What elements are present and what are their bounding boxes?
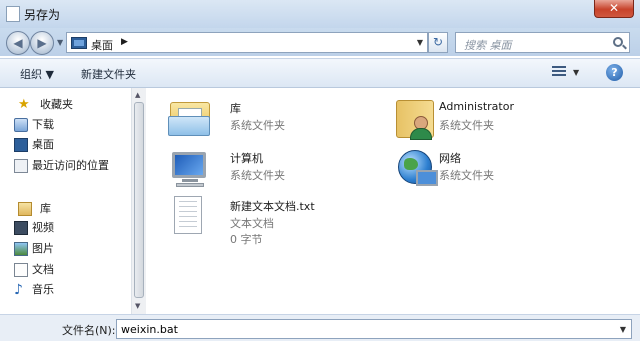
address-dropdown-icon[interactable]: ▼ (417, 38, 423, 47)
scroll-thumb[interactable] (134, 102, 144, 298)
organize-button[interactable]: 组织 ▼ (20, 66, 54, 82)
file-item-computer[interactable]: 计算机 系统文件夹 (164, 146, 394, 190)
network-icon (392, 146, 440, 190)
music-icon: ♪ (14, 282, 23, 298)
file-item-text-document[interactable]: 新建文本文档.txt 文本文档 0 字节 (164, 194, 394, 250)
picture-icon (14, 242, 28, 256)
search-placeholder: 搜索 桌面 (464, 39, 512, 52)
filename-label: 文件名(N): (62, 324, 116, 337)
file-name: Administrator (439, 100, 514, 113)
computer-icon (164, 146, 212, 190)
sidebar-item-label: 下载 (32, 118, 54, 131)
library-icon (164, 96, 212, 140)
sidebar-group-label: 收藏夹 (40, 98, 73, 111)
search-icon[interactable] (613, 37, 623, 47)
file-list: 库 系统文件夹 Administrator 系统文件夹 计算机 系统文件夹 网络… (146, 88, 640, 314)
file-name: 计算机 (230, 152, 263, 165)
view-options-icon[interactable] (552, 66, 566, 78)
sidebar-item-label: 视频 (32, 221, 54, 234)
file-item-administrator[interactable]: Administrator 系统文件夹 (392, 96, 622, 140)
sidebar-item-label: 文档 (32, 263, 54, 276)
user-folder-icon (392, 96, 440, 140)
close-button[interactable]: ✕ (594, 0, 634, 18)
window-icon (6, 6, 20, 22)
navigation-pane: ★ 收藏夹 下载 桌面 最近访问的位置 库 视频 图片 文档 ♪ 音乐 (0, 88, 135, 314)
download-icon (14, 118, 28, 132)
file-type: 文本文档 (230, 217, 274, 230)
filename-dropdown-icon[interactable]: ▼ (620, 325, 626, 334)
file-size: 0 字节 (230, 233, 263, 246)
new-folder-button[interactable]: 新建文件夹 (81, 66, 136, 82)
filename-input[interactable] (116, 319, 632, 339)
title-bar: 另存为 ✕ (0, 0, 640, 28)
file-name: 网络 (439, 152, 461, 165)
sidebar-item-documents[interactable]: 文档 (14, 261, 54, 279)
library-icon (18, 202, 32, 216)
sidebar-item-pictures[interactable]: 图片 (14, 240, 54, 258)
recent-pages-dropdown-icon[interactable]: ▼ (57, 38, 63, 47)
sidebar-item-label: 最近访问的位置 (32, 159, 109, 172)
sidebar-item-videos[interactable]: 视频 (14, 219, 54, 237)
file-name: 新建文本文档.txt (230, 200, 315, 213)
file-item-library[interactable]: 库 系统文件夹 (164, 96, 394, 140)
sidebar-item-downloads[interactable]: 下载 (14, 116, 54, 134)
desktop-icon (71, 37, 87, 49)
sidebar-item-recent-places[interactable]: 最近访问的位置 (14, 157, 109, 175)
sidebar-item-desktop[interactable]: 桌面 (14, 136, 54, 154)
view-dropdown-icon[interactable]: ▼ (573, 68, 579, 77)
file-item-network[interactable]: 网络 系统文件夹 (392, 146, 622, 190)
sidebar-item-label: 图片 (32, 242, 54, 255)
scroll-down-icon[interactable]: ▼ (135, 302, 140, 310)
address-bar[interactable]: 桌面 ▶ ▼ (66, 32, 428, 53)
file-type: 系统文件夹 (230, 119, 285, 132)
scroll-up-icon[interactable]: ▲ (135, 91, 140, 99)
desktop-icon (14, 138, 28, 152)
help-button[interactable]: ? (606, 64, 623, 81)
sidebar-group-label: 库 (40, 202, 51, 215)
command-toolbar: 组织 ▼ 新建文件夹 ▼ ? (0, 58, 640, 88)
file-type: 系统文件夹 (439, 169, 494, 182)
sidebar-item-music[interactable]: ♪ 音乐 (14, 281, 54, 299)
file-type: 系统文件夹 (230, 169, 285, 182)
back-button[interactable]: ◀ (6, 31, 30, 55)
navigation-bar: ◀ ▶ ▼ 桌面 ▶ ▼ ↻ 搜索 桌面 (0, 28, 640, 56)
forward-button[interactable]: ▶ (30, 31, 54, 55)
search-input[interactable]: 搜索 桌面 (455, 32, 630, 53)
text-file-icon (164, 194, 212, 238)
refresh-button[interactable]: ↻ (428, 32, 448, 53)
sidebar-item-label: 桌面 (32, 138, 54, 151)
window-title: 另存为 (24, 8, 61, 22)
file-name: 库 (230, 102, 241, 115)
filename-bar: 文件名(N): ▼ (0, 314, 640, 341)
sidebar-item-label: 音乐 (32, 283, 54, 296)
breadcrumb-arrow-icon[interactable]: ▶ (121, 37, 128, 47)
video-icon (14, 221, 28, 235)
recent-places-icon (14, 159, 28, 173)
address-location[interactable]: 桌面 (91, 37, 113, 53)
file-type: 系统文件夹 (439, 119, 494, 132)
document-icon (14, 263, 28, 277)
star-icon: ★ (18, 97, 30, 112)
sidebar-scrollbar[interactable]: ▲ ▼ (131, 88, 146, 314)
